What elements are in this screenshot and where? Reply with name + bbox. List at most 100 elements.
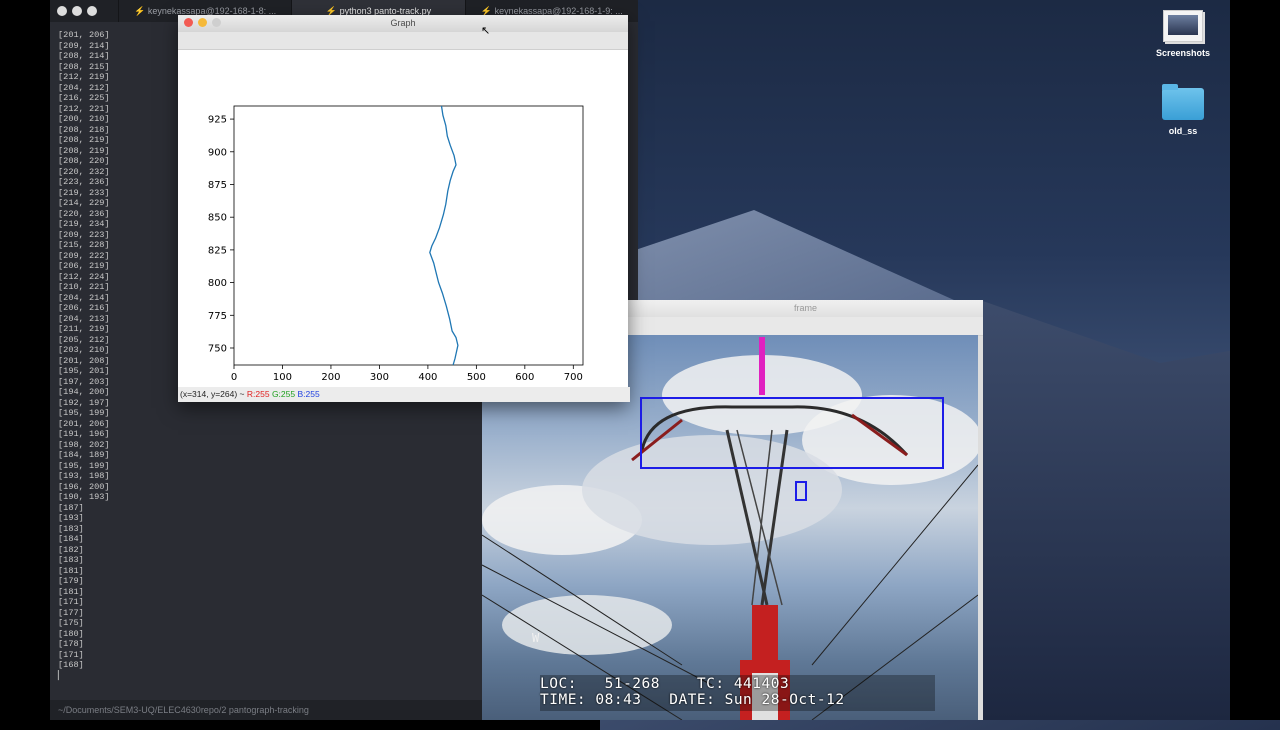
terminal-line: [171] xyxy=(58,649,84,660)
terminal-line: [193, 198] xyxy=(58,471,110,481)
terminal-line: [187] xyxy=(58,502,84,513)
terminal-line: [200, 210] xyxy=(58,114,110,124)
terminal-line: [212, 224] xyxy=(58,271,110,282)
plot-area xyxy=(233,105,584,366)
terminal-line: [195, 199] xyxy=(58,460,110,471)
status-b: B:255 xyxy=(297,389,320,399)
desktop-icon-label: Screenshots xyxy=(1155,48,1211,58)
graph-window-title: Graph xyxy=(390,18,416,28)
x-tick-label: 400 xyxy=(418,372,437,383)
terminal-line: [175] xyxy=(58,618,84,628)
folder-icon xyxy=(1162,84,1204,120)
terminal-line: [204, 212] xyxy=(58,82,110,93)
letterbox-right xyxy=(1230,0,1280,720)
terminal-line: [208, 220] xyxy=(58,156,110,166)
terminal-line: [215, 228] xyxy=(58,240,110,250)
osd-time-line: TIME: 08:43 DATE: Sun 28-Oct-12 xyxy=(540,692,845,708)
window-controls xyxy=(50,0,118,22)
x-tick-label: 300 xyxy=(370,372,389,383)
terminal-line: [193] xyxy=(58,513,84,523)
terminal-line: [209, 222] xyxy=(58,250,110,261)
terminal-line: [194, 200] xyxy=(58,387,110,397)
frame-window-toolbar xyxy=(628,317,983,336)
terminal-line: [171] xyxy=(58,597,84,607)
terminal-cursor: ▏ xyxy=(58,670,65,681)
close-dot-icon[interactable] xyxy=(57,6,67,16)
terminal-line: [182] xyxy=(58,544,84,555)
video-osd-overlay: LOC: 51-268 TC: 441403 TIME: 08:43 DATE: … xyxy=(540,676,940,708)
terminal-line: [201, 206] xyxy=(58,418,110,429)
terminal-line: [203, 210] xyxy=(58,345,110,355)
terminal-line: [208, 214] xyxy=(58,51,110,61)
desktop-icon-screenshots[interactable]: Screenshots xyxy=(1143,10,1223,58)
terminal-line: [212, 221] xyxy=(58,103,110,114)
graph-status-bar: (x=314, y=264) ~ R:255 G:255 B:255 xyxy=(178,387,630,402)
x-tick-label: 700 xyxy=(564,372,583,383)
terminal-line: [192, 197] xyxy=(58,397,110,408)
y-tick-label: 775 xyxy=(208,311,227,322)
x-tick-label: 600 xyxy=(515,372,534,383)
terminal-line: [204, 214] xyxy=(58,292,110,303)
graph-window-toolbar xyxy=(178,32,628,50)
close-icon[interactable] xyxy=(184,18,193,27)
zoom-icon[interactable] xyxy=(212,18,221,27)
y-tick-label: 850 xyxy=(208,213,227,224)
terminal-line: [212, 219] xyxy=(58,72,110,82)
terminal-line: [220, 232] xyxy=(58,166,110,177)
terminal-line: [181] xyxy=(58,565,84,576)
zoom-dot-icon[interactable] xyxy=(87,6,97,16)
terminal-line: [168] xyxy=(58,660,84,670)
contact-point-box xyxy=(795,481,807,501)
desktop-icon-old-ss[interactable]: old_ss xyxy=(1143,84,1223,136)
terminal-line: [180] xyxy=(58,628,84,639)
terminal-line: [184, 189] xyxy=(58,450,110,460)
graph-window-titlebar[interactable]: Graph xyxy=(178,15,628,32)
y-tick-label: 800 xyxy=(208,278,227,289)
terminal-line: [179] xyxy=(58,576,84,586)
terminal-line: [177] xyxy=(58,607,84,618)
video-watermark: W xyxy=(532,631,540,645)
desktop-icon-label: old_ss xyxy=(1168,126,1198,136)
y-tick-label: 875 xyxy=(208,180,227,191)
terminal-line: [219, 234] xyxy=(58,219,110,229)
frame-window-title: frame xyxy=(628,300,983,317)
x-tick-label: 500 xyxy=(467,372,486,383)
terminal-line: [197, 203] xyxy=(58,376,110,387)
osd-loc-line: LOC: 51-268 TC: 441403 xyxy=(540,676,790,692)
terminal-line: [206, 216] xyxy=(58,303,110,313)
screenshot-folder-icon xyxy=(1163,10,1203,42)
terminal-line: [195, 199] xyxy=(58,408,110,418)
line-chart: 0 100 200 300 400 500 600 700 750 775 800 825 850 875… xyxy=(208,105,584,383)
status-g: G:255 xyxy=(271,389,296,399)
terminal-line: [223, 236] xyxy=(58,177,110,187)
terminal-line: [220, 236] xyxy=(58,208,110,219)
x-tick-label: 100 xyxy=(273,372,292,383)
terminal-line: [201, 208] xyxy=(58,355,110,366)
terminal-line: [208, 219] xyxy=(58,135,110,145)
terminal-line: [206, 219] xyxy=(58,261,110,271)
terminal-output: [201, 206] [209, 214] [208, 214] [208, 215]… xyxy=(58,30,110,681)
terminal-line: [190, 193] xyxy=(58,492,110,502)
pantograph-bounding-box xyxy=(640,397,944,469)
graph-window[interactable]: Graph 0 100 200 300 400 500 600 700 750 775 800 825… xyxy=(178,15,630,402)
y-tick-label: 900 xyxy=(208,147,227,158)
terminal-line: [219, 233] xyxy=(58,187,110,198)
terminal-line: [205, 212] xyxy=(58,334,110,345)
status-coords: (x=314, y=264) ~ xyxy=(180,389,247,399)
terminal-line: [195, 201] xyxy=(58,366,110,376)
terminal-line: [210, 221] xyxy=(58,282,110,292)
minimize-dot-icon[interactable] xyxy=(72,6,82,16)
y-tick-label: 750 xyxy=(208,343,227,354)
terminal-line: [214, 229] xyxy=(58,198,110,208)
terminal-line: [183] xyxy=(58,555,84,565)
pantograph-marker xyxy=(759,337,765,395)
minimize-icon[interactable] xyxy=(198,18,207,27)
terminal-line: [191, 196] xyxy=(58,429,110,439)
terminal-line: [208, 215] xyxy=(58,61,110,72)
y-tick-label: 825 xyxy=(208,245,227,256)
terminal-line: [198, 202] xyxy=(58,439,110,450)
mouse-cursor-icon: ↖ xyxy=(481,25,491,37)
x-tick-label: 0 xyxy=(231,372,237,383)
terminal-line: [216, 225] xyxy=(58,93,110,103)
terminal-line: [208, 218] xyxy=(58,124,110,135)
